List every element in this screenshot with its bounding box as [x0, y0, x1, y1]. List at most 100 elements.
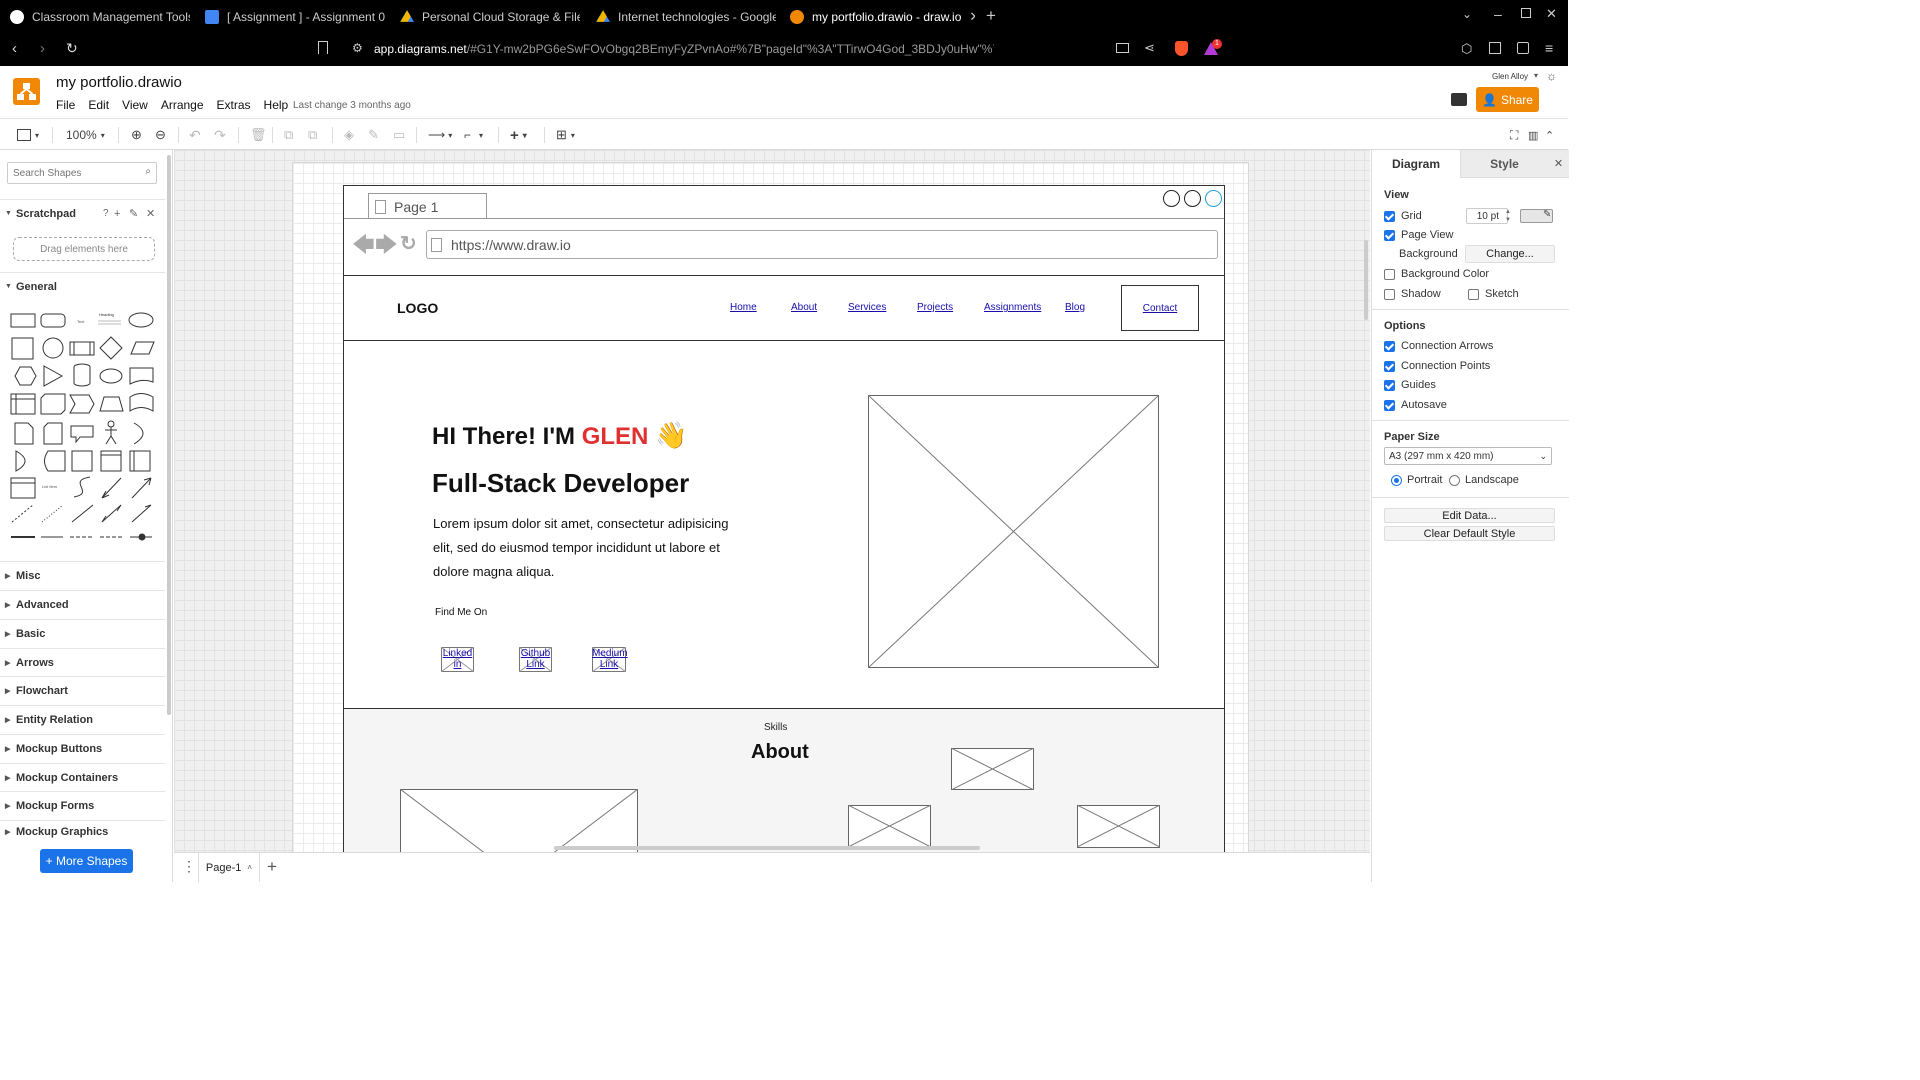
edit-icon[interactable]: ✎: [129, 207, 138, 220]
landscape-option[interactable]: Landscape: [1449, 474, 1519, 486]
nav-assignments[interactable]: Assignments: [984, 302, 1041, 313]
checkbox-unchecked[interactable]: [1384, 288, 1395, 300]
tab-diagram[interactable]: Diagram: [1372, 150, 1460, 178]
section-mockup-forms[interactable]: ▶ Mockup Forms: [0, 791, 165, 819]
comments-icon[interactable]: [1451, 93, 1467, 106]
page-tab-page1[interactable]: Page-1 ˄: [198, 853, 260, 882]
undo-icon[interactable]: ↶: [189, 119, 201, 151]
medium-link[interactable]: Medium Link: [592, 647, 628, 672]
checkbox-checked[interactable]: [1384, 360, 1395, 372]
site-settings-icon[interactable]: ⚙: [352, 41, 363, 55]
menu-edit[interactable]: Edit: [88, 98, 109, 112]
fill-color-icon[interactable]: ◈: [344, 119, 354, 151]
paper-size-select[interactable]: A3 (297 mm x 420 mm) ⌄: [1384, 447, 1552, 465]
section-basic[interactable]: ▶ Basic: [0, 619, 165, 647]
to-front-icon[interactable]: ⧉: [284, 119, 293, 151]
brave-shield-icon[interactable]: [1175, 41, 1188, 56]
nav-about[interactable]: About: [791, 302, 817, 313]
user-name[interactable]: Glen Alloy: [1492, 72, 1528, 81]
browser-menu-icon[interactable]: ≡: [1545, 40, 1553, 56]
share-button[interactable]: 👤 Share: [1476, 87, 1539, 112]
redo-icon[interactable]: ↷: [214, 119, 226, 151]
tab-search-icon[interactable]: ⌄: [1462, 7, 1472, 21]
stepper-icon[interactable]: ▲ ▼: [1505, 208, 1511, 224]
close-panel-icon[interactable]: ✕: [1548, 150, 1569, 178]
file-title[interactable]: my portfolio.drawio: [56, 74, 182, 91]
checkbox-unchecked[interactable]: [1468, 288, 1479, 300]
background-color-option[interactable]: Background Color: [1384, 266, 1489, 282]
browser-tab-drawio[interactable]: my portfolio.drawio - draw.io ✕: [790, 4, 975, 30]
about-image-placeholder[interactable]: [400, 789, 638, 852]
skill-image-placeholder[interactable]: [951, 748, 1034, 790]
nav-blog[interactable]: Blog: [1065, 302, 1085, 313]
hero-image-placeholder[interactable]: [868, 395, 1159, 668]
tab-style[interactable]: Style: [1460, 150, 1548, 178]
connection-select[interactable]: ⟶ ▾: [428, 119, 452, 151]
new-tab-icon[interactable]: +: [986, 6, 996, 26]
general-shapes-grid[interactable]: Text Heading List Item: [6, 305, 162, 553]
format-panel-toggle[interactable]: ▾: [17, 119, 39, 151]
checkbox-checked[interactable]: [1384, 229, 1395, 241]
shadow-option[interactable]: Shadow: [1384, 286, 1441, 302]
help-icon[interactable]: ?: [103, 208, 109, 219]
shadow-icon[interactable]: ▭: [393, 119, 405, 151]
cast-icon[interactable]: [1116, 43, 1129, 53]
last-change-text[interactable]: Last change 3 months ago: [293, 100, 411, 111]
section-arrows[interactable]: ▶ Arrows: [0, 648, 165, 676]
linkedin-link[interactable]: Linked in: [441, 647, 474, 672]
nav-home[interactable]: Home: [730, 302, 757, 313]
sketch-option[interactable]: Sketch: [1468, 286, 1519, 302]
browser-tab-classroom[interactable]: Classroom Management Tools &: [10, 4, 190, 30]
canvas-v-scrollbar[interactable]: [1364, 240, 1368, 320]
skill-image-placeholder[interactable]: [848, 805, 931, 852]
sidebar-scrollbar[interactable]: [167, 155, 171, 715]
menu-file[interactable]: File: [56, 98, 75, 112]
checkbox-checked[interactable]: [1384, 379, 1395, 391]
section-mockup-graphics[interactable]: ▶ Mockup Graphics: [0, 820, 165, 842]
section-mockup-buttons[interactable]: ▶ Mockup Buttons: [0, 734, 165, 762]
checkbox-checked[interactable]: [1384, 399, 1395, 411]
browser-tab-assignment[interactable]: [ Assignment ] - Assignment 01 S: [205, 4, 385, 30]
edit-color-icon[interactable]: ✎: [1543, 209, 1551, 220]
fullscreen-icon[interactable]: ⛶: [1510, 119, 1518, 151]
menu-help[interactable]: Help: [264, 98, 289, 112]
delete-icon[interactable]: 🗑: [250, 119, 267, 151]
collapse-icon[interactable]: ⌃: [1545, 119, 1554, 151]
bookmark-icon[interactable]: [318, 41, 328, 54]
sidebar-icon[interactable]: [1489, 42, 1501, 54]
pages-menu-icon[interactable]: ⋮: [182, 859, 196, 873]
nav-services[interactable]: Services: [848, 302, 886, 313]
url-input[interactable]: app.diagrams.net/#G1Y-mw2bPG6eSwFOvObgq2…: [374, 42, 994, 56]
checkbox-checked[interactable]: [1384, 210, 1395, 222]
edit-data-button[interactable]: Edit Data...: [1384, 508, 1555, 523]
search-icon[interactable]: ⌕: [145, 166, 151, 177]
format-icon[interactable]: ▥: [1528, 119, 1538, 151]
menu-extras[interactable]: Extras: [217, 98, 251, 112]
connection-points-option[interactable]: Connection Points: [1384, 358, 1490, 374]
mockup-url-field[interactable]: https://www.draw.io: [426, 230, 1218, 259]
browser-tab-drive[interactable]: Personal Cloud Storage & File Sh: [400, 4, 580, 30]
zoom-select[interactable]: 100% ▾: [66, 119, 105, 151]
extensions-icon[interactable]: ⬡: [1461, 41, 1472, 57]
github-link[interactable]: Github Link: [519, 647, 552, 672]
guides-option[interactable]: Guides: [1384, 377, 1436, 393]
maximize-icon[interactable]: [1521, 8, 1531, 18]
waypoints-select[interactable]: ⌐ ▾: [464, 119, 483, 151]
forward-icon[interactable]: ›: [40, 40, 45, 57]
section-advanced[interactable]: ▶ Advanced: [0, 590, 165, 618]
table-select[interactable]: ⊞ ▾: [556, 119, 575, 151]
wallet-icon[interactable]: [1517, 42, 1529, 54]
section-entity-relation[interactable]: ▶ Entity Relation: [0, 705, 165, 733]
close-tab-icon[interactable]: ✕: [969, 9, 975, 25]
section-general[interactable]: ▼ General: [0, 272, 165, 300]
diagram-canvas[interactable]: Page 1 🡄 🡆 ↻ https://www.draw.io LOGO Ho…: [174, 150, 1370, 852]
insert-select[interactable]: + ▾: [510, 119, 527, 151]
canvas-h-scrollbar[interactable]: [554, 846, 980, 850]
mockup-browser-window[interactable]: Page 1 🡄 🡆 ↻ https://www.draw.io LOGO Ho…: [343, 185, 1225, 852]
to-back-icon[interactable]: ⧉: [308, 119, 317, 151]
skill-image-placeholder[interactable]: [1077, 805, 1160, 852]
section-scratchpad[interactable]: ▼ Scratchpad ? + ✎ ✕: [0, 199, 165, 227]
checkbox-unchecked[interactable]: [1384, 268, 1395, 280]
mockup-page-tab[interactable]: Page 1: [368, 193, 487, 219]
reload-icon[interactable]: ↻: [66, 40, 78, 57]
